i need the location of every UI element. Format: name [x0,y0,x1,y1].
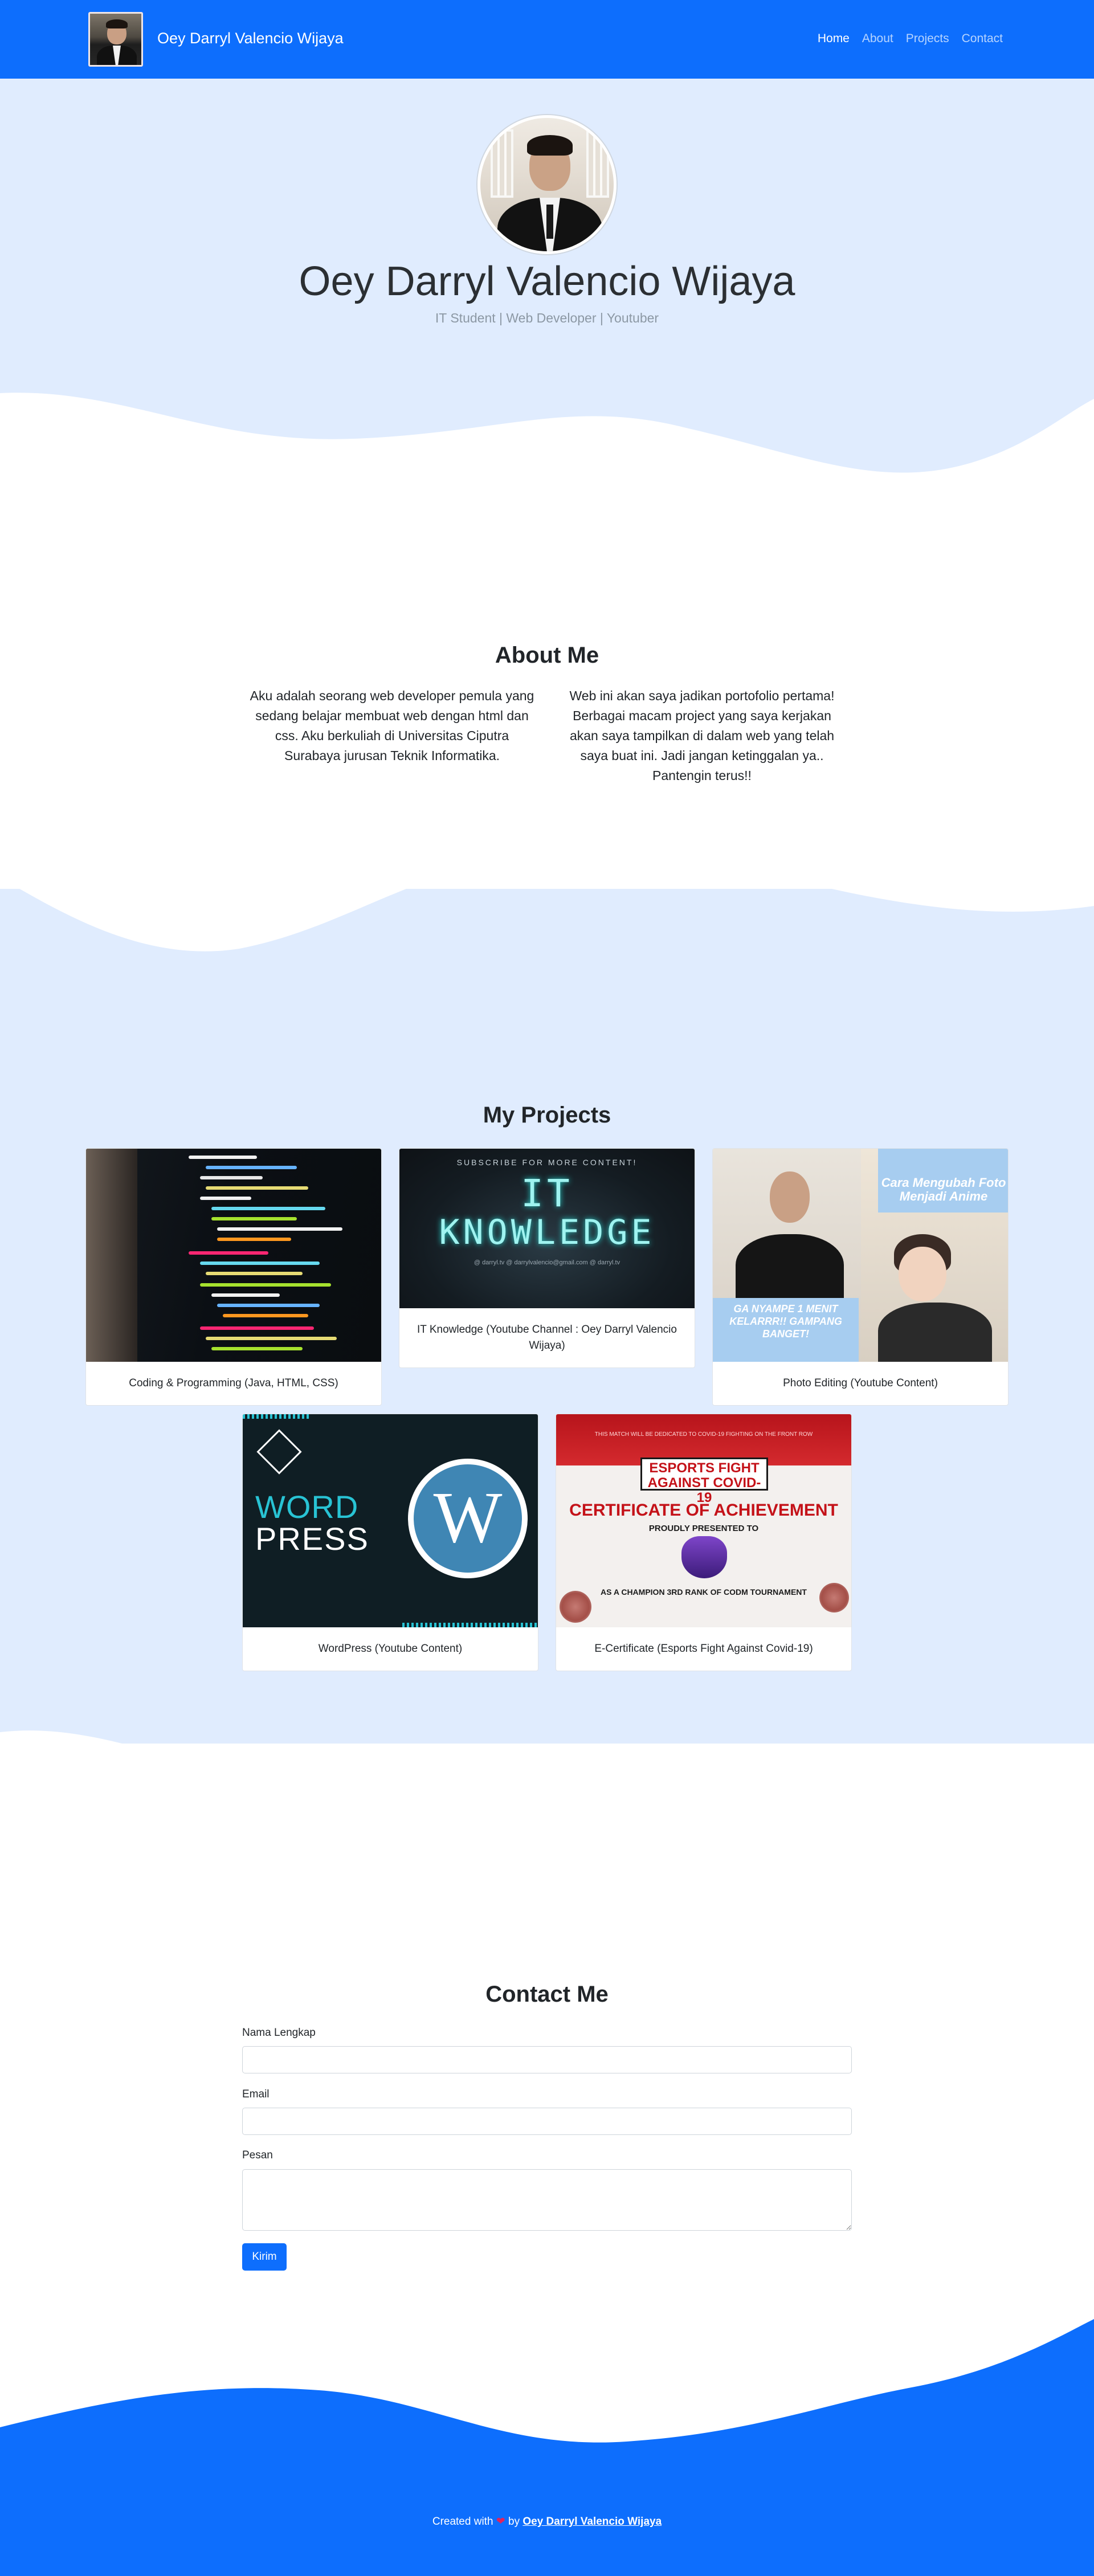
project-caption-it-knowledge: IT Knowledge (Youtube Channel : Oey Darr… [417,1324,677,1352]
brand-name[interactable]: Oey Darryl Valencio Wijaya [157,30,344,47]
submit-button[interactable]: Kirim [242,2243,287,2271]
cert-header-text: THIS MATCH WILL BE DEDICATED TO COVID-19… [594,1431,813,1438]
cert-emblem-icon [681,1536,727,1578]
itk-it-text: IT [521,1171,573,1215]
footer-author-link[interactable]: Oey Darryl Valencio Wijaya [522,2516,662,2528]
pe-title-text: Cara Mengubah Foto Menjadi Anime [881,1175,1006,1203]
nav-links: Home About Projects Contact [818,32,1003,46]
project-thumb-wordpress: WORD PRESS W [243,1414,538,1627]
project-caption-wordpress: WordPress (Youtube Content) [318,1643,463,1655]
wordpress-logo-icon: W [408,1459,528,1578]
projects-top-wave [0,843,1094,952]
hero-name: Oey Darryl Valencio Wijaya [299,259,795,304]
footer-wave [0,2319,1094,2461]
nav-link-home[interactable]: Home [818,32,850,46]
profile-photo [477,115,617,254]
heart-icon: ❤ [496,2516,505,2528]
email-input[interactable] [242,2108,852,2135]
project-thumb-photo-editing: Cara Mengubah Foto Menjadi Anime GA NYAM… [713,1149,1008,1362]
nav-link-projects[interactable]: Projects [906,32,949,46]
name-label: Nama Lengkap [242,2027,316,2039]
project-thumb-it-knowledge: SUBSCRIBE FOR MORE CONTENT! IT KNOWLEDGE… [399,1149,695,1308]
project-card-wordpress[interactable]: WORD PRESS W WordPress (Youtube Content) [242,1414,538,1671]
project-caption-certificate: E-Certificate (Esports Fight Against Cov… [594,1643,813,1655]
hero-subtitle: IT Student | Web Developer | Youtuber [435,311,659,325]
name-input[interactable] [242,2046,852,2073]
itk-social-text: @ darryl.tv @ darrylvalencio@gmail.com @… [473,1259,621,1266]
cert-title-text: CERTIFICATE OF ACHIEVEMENT [569,1501,838,1520]
about-title: About Me [495,643,599,668]
project-card-it-knowledge[interactable]: SUBSCRIBE FOR MORE CONTENT! IT KNOWLEDGE… [399,1148,695,1368]
cert-champ-text: AS A CHAMPION 3RD RANK OF CODM TOURNAMEN… [601,1587,807,1597]
project-card-photo-editing[interactable]: Cara Mengubah Foto Menjadi Anime GA NYAM… [712,1148,1009,1406]
project-card-coding[interactable]: Coding & Programming (Java, HTML, CSS) [85,1148,382,1406]
about-paragraph-left: Aku adalah seorang web developer pemula … [250,688,534,763]
hero-wave [0,393,1094,501]
nav-link-contact[interactable]: Contact [962,32,1003,46]
about-paragraph-right: Web ini akan saya jadikan portofolio per… [569,688,835,783]
itk-knowledge-text: KNOWLEDGE [439,1213,655,1252]
wp-press-text: PRESS [255,1521,369,1557]
nav-link-about[interactable]: About [862,32,893,46]
projects-bottom-wave [0,1730,1094,1863]
projects-title: My Projects [483,1103,611,1128]
contact-title: Contact Me [485,1982,609,2007]
footer [0,2450,1094,2576]
cert-proud-text: PROUDLY PRESENTED TO [648,1524,759,1533]
cert-fight-text: ESPORTS FIGHT AGAINST COVID-19 [640,1458,768,1505]
email-label: Email [242,2088,270,2100]
project-caption-photo-editing: Photo Editing (Youtube Content) [783,1377,938,1389]
project-thumb-certificate: THIS MATCH WILL BE DEDICATED TO COVID-19… [556,1414,851,1627]
navbar: Oey Darryl Valencio Wijaya Home About Pr… [0,0,1094,79]
message-textarea[interactable] [242,2169,852,2231]
message-label: Pesan [242,2149,273,2161]
wordpress-logo-letter: W [433,1477,503,1558]
footer-by: by [508,2516,520,2528]
project-caption-coding: Coding & Programming (Java, HTML, CSS) [129,1377,338,1389]
project-thumb-coding [86,1149,381,1362]
footer-credit: Created with ❤ by Oey Darryl Valencio Wi… [0,2515,1094,2528]
pe-sub-text: GA NYAMPE 1 MENIT KELARRR!! GAMPANG BANG… [729,1303,842,1340]
project-card-certificate[interactable]: THIS MATCH WILL BE DEDICATED TO COVID-19… [556,1414,852,1671]
footer-prefix: Created with [432,2516,493,2528]
itk-subscribe-text: SUBSCRIBE FOR MORE CONTENT! [456,1158,638,1167]
brand-avatar[interactable] [88,12,143,67]
